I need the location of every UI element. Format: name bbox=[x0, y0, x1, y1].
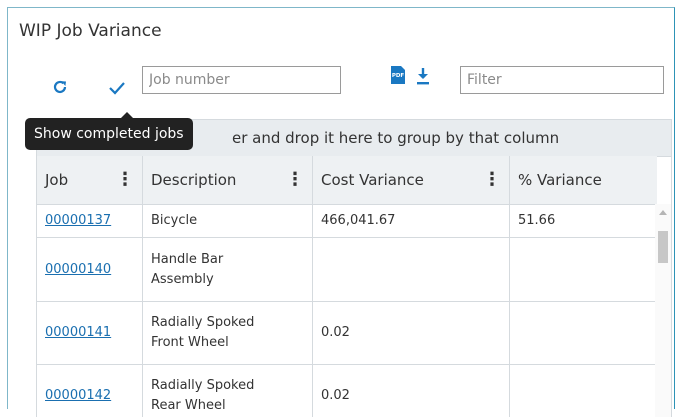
column-menu-icon[interactable]: ⋮ bbox=[286, 156, 304, 204]
cost-variance-cell: 0.02 bbox=[313, 302, 510, 364]
job-link[interactable]: 00000137 bbox=[45, 211, 111, 231]
column-header-description[interactable]: Description ⋮ bbox=[143, 156, 313, 204]
job-cell: 00000141 bbox=[37, 302, 143, 364]
pct-variance-cell bbox=[510, 238, 657, 301]
description-line: Rear Wheel bbox=[151, 398, 226, 413]
description-line: Front Wheel bbox=[151, 335, 229, 350]
description-line: Radially Spoked bbox=[151, 378, 255, 393]
description-cell: Handle Bar Assembly bbox=[143, 238, 313, 301]
description-line: Handle Bar bbox=[151, 251, 224, 267]
column-label: Job bbox=[45, 171, 69, 189]
table-row[interactable]: 00000137 Bicycle 466,041.67 51.66 bbox=[37, 204, 657, 238]
description-cell: Radially Spoked Rear Wheel bbox=[143, 365, 313, 417]
scrollbar-thumb[interactable] bbox=[658, 231, 668, 263]
column-menu-icon[interactable]: ⋮ bbox=[483, 156, 501, 204]
pdf-icon[interactable]: PDF bbox=[386, 63, 410, 87]
tooltip: Show completed jobs bbox=[25, 112, 193, 150]
table-row[interactable]: 00000140 Handle Bar Assembly bbox=[37, 238, 657, 302]
description-cell: Radially Spoked Front Wheel bbox=[143, 302, 313, 364]
svg-text:PDF: PDF bbox=[392, 73, 405, 79]
table-row[interactable]: 00000141 Radially Spoked Front Wheel 0.0… bbox=[37, 302, 657, 365]
cost-variance-cell: 466,041.67 bbox=[313, 204, 510, 237]
job-link[interactable]: 00000141 bbox=[45, 323, 111, 343]
cost-variance-cell bbox=[313, 238, 510, 301]
vertical-scrollbar[interactable] bbox=[655, 204, 671, 417]
column-label: % Variance bbox=[518, 171, 602, 189]
job-number-input[interactable] bbox=[142, 66, 341, 94]
group-by-hint: er and drop it here to group by that col… bbox=[232, 129, 560, 147]
jobs-grid: Job ⋮ Description ⋮ Cost Variance ⋮ % Va… bbox=[36, 156, 672, 417]
column-header-job[interactable]: Job ⋮ bbox=[37, 156, 143, 204]
description-line: Bicycle bbox=[151, 212, 198, 228]
pct-variance-cell bbox=[510, 365, 657, 417]
description-line: Assembly bbox=[151, 271, 214, 287]
job-cell: 00000137 bbox=[37, 204, 143, 237]
column-menu-icon[interactable]: ⋮ bbox=[116, 156, 134, 204]
description-cell: Bicycle bbox=[143, 204, 313, 237]
column-label: Description bbox=[151, 171, 237, 189]
grid-header: Job ⋮ Description ⋮ Cost Variance ⋮ % Va… bbox=[37, 156, 657, 205]
job-cell: 00000140 bbox=[37, 238, 143, 301]
column-label: Cost Variance bbox=[321, 171, 424, 189]
filter-input[interactable] bbox=[460, 66, 664, 94]
job-link[interactable]: 00000140 bbox=[45, 260, 111, 280]
download-icon[interactable] bbox=[411, 64, 435, 88]
column-header-cost-variance[interactable]: Cost Variance ⋮ bbox=[313, 156, 510, 204]
refresh-icon[interactable] bbox=[48, 75, 72, 99]
description-line: Radially Spoked bbox=[151, 315, 255, 330]
job-cell: 00000142 bbox=[37, 365, 143, 417]
table-row[interactable]: 00000142 Radially Spoked Rear Wheel 0.02 bbox=[37, 365, 657, 417]
scroll-up-arrow-icon[interactable] bbox=[659, 210, 667, 215]
panel-title: WIP Job Variance bbox=[19, 21, 162, 41]
pct-variance-cell: 51.66 bbox=[518, 212, 556, 228]
job-link[interactable]: 00000142 bbox=[45, 386, 111, 406]
checkmark-icon[interactable] bbox=[105, 76, 129, 100]
wip-job-variance-panel: WIP Job Variance PDF er and drop it here… bbox=[7, 7, 675, 417]
cost-variance-cell: 0.02 bbox=[313, 365, 510, 417]
pct-variance-cell bbox=[510, 302, 657, 364]
column-header-pct-variance[interactable]: % Variance bbox=[510, 156, 657, 204]
